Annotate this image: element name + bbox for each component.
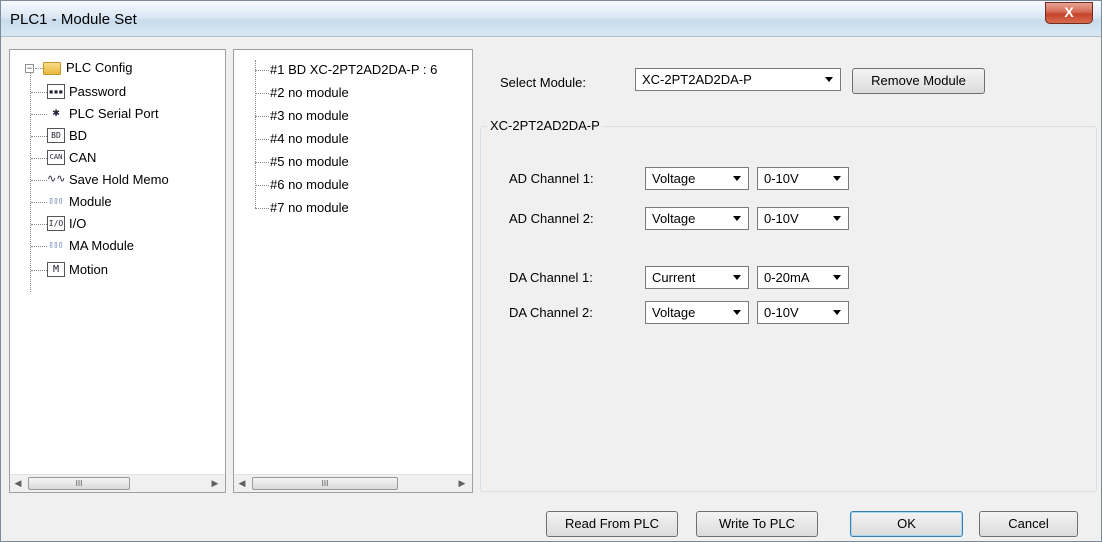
ad-channel-2-type[interactable]: Voltage <box>645 207 749 230</box>
remove-module-button[interactable]: Remove Module <box>852 68 985 94</box>
ad-channel-1-label: AD Channel 1: <box>509 171 594 186</box>
can-icon: CAN <box>47 150 65 165</box>
ad-channel-2-label: AD Channel 2: <box>509 211 594 226</box>
chevron-down-icon <box>833 176 841 181</box>
scroll-left-icon[interactable]: ◀ <box>12 478 24 489</box>
tree-item-io[interactable]: I/O <box>69 214 86 233</box>
tree-item-bd[interactable]: BD <box>69 126 87 145</box>
group-title: XC-2PT2AD2DA-P <box>487 118 603 133</box>
serial-port-icon: ✱ <box>47 106 65 121</box>
chevron-down-icon <box>733 310 741 315</box>
save-hold-icon: ∿∿ <box>47 172 65 187</box>
scroll-thumb[interactable]: III <box>252 477 398 490</box>
tree-collapse-toggle[interactable]: − <box>25 64 34 73</box>
ad-channel-2-range[interactable]: 0-10V <box>757 207 849 230</box>
da-channel-1-label: DA Channel 1: <box>509 270 593 285</box>
module-slot-3[interactable]: #3 no module <box>270 106 349 125</box>
scroll-thumb[interactable]: III <box>28 477 130 490</box>
module-slot-4[interactable]: #4 no module <box>270 129 349 148</box>
scroll-right-icon[interactable]: ▶ <box>456 478 468 489</box>
tree-item-plc-config[interactable]: PLC Config <box>66 58 132 77</box>
da-channel-2-label: DA Channel 2: <box>509 305 593 320</box>
scroll-right-icon[interactable]: ▶ <box>209 478 221 489</box>
chevron-down-icon <box>833 216 841 221</box>
password-icon: ▪▪▪ <box>47 84 65 99</box>
module-list-panel[interactable]: #1 BD XC-2PT2AD2DA-P : 6 #2 no module #3… <box>233 49 473 493</box>
module-slot-2[interactable]: #2 no module <box>270 83 349 102</box>
ad-channel-1-type[interactable]: Voltage <box>645 167 749 190</box>
module-slot-1[interactable]: #1 BD XC-2PT2AD2DA-P : 6 <box>270 60 437 79</box>
ok-button[interactable]: OK <box>850 511 963 537</box>
ad-channel-1-range[interactable]: 0-10V <box>757 167 849 190</box>
ma-module-icon: ▯▯▯ <box>47 238 65 253</box>
title-bar: PLC1 - Module Set X <box>1 1 1101 37</box>
chevron-down-icon <box>733 216 741 221</box>
da-channel-1-range[interactable]: 0-20mA <box>757 266 849 289</box>
motion-icon: M <box>47 262 65 277</box>
module-icon: ▯▯▯ <box>47 194 65 209</box>
module-slot-7[interactable]: #7 no module <box>270 198 349 217</box>
module-slot-6[interactable]: #6 no module <box>270 175 349 194</box>
bd-icon: BD <box>47 128 65 143</box>
close-button[interactable]: X <box>1045 2 1093 24</box>
tree-item-can[interactable]: CAN <box>69 148 96 167</box>
chevron-down-icon <box>833 275 841 280</box>
close-icon: X <box>1064 4 1074 20</box>
chevron-down-icon <box>733 275 741 280</box>
tree-item-plc-serial-port[interactable]: PLC Serial Port <box>69 104 159 123</box>
io-icon: I/O <box>47 216 65 231</box>
tree-item-save-hold-memo[interactable]: Save Hold Memo <box>69 170 169 189</box>
module-horizontal-scrollbar[interactable]: ◀ III ▶ <box>234 474 472 492</box>
module-set-dialog: PLC1 - Module Set X − PLC Config ▪▪▪ Pas… <box>0 0 1102 542</box>
da-channel-2-range[interactable]: 0-10V <box>757 301 849 324</box>
folder-icon <box>43 62 61 75</box>
window-title: PLC1 - Module Set <box>10 11 137 28</box>
scroll-left-icon[interactable]: ◀ <box>236 478 248 489</box>
select-module-dropdown[interactable]: XC-2PT2AD2DA-P <box>635 68 841 91</box>
select-module-label: Select Module: <box>500 75 586 90</box>
da-channel-2-type[interactable]: Voltage <box>645 301 749 324</box>
tree-item-motion[interactable]: Motion <box>69 260 108 279</box>
module-slot-5[interactable]: #5 no module <box>270 152 349 171</box>
chevron-down-icon <box>733 176 741 181</box>
tree-horizontal-scrollbar[interactable]: ◀ III ▶ <box>10 474 225 492</box>
read-from-plc-button[interactable]: Read From PLC <box>546 511 678 537</box>
cancel-button[interactable]: Cancel <box>979 511 1078 537</box>
tree-item-ma-module[interactable]: MA Module <box>69 236 134 255</box>
chevron-down-icon <box>825 77 833 82</box>
config-tree-panel[interactable]: − PLC Config ▪▪▪ Password ✱ PLC Serial P… <box>9 49 226 493</box>
chevron-down-icon <box>833 310 841 315</box>
tree-item-module[interactable]: Module <box>69 192 112 211</box>
tree-item-password[interactable]: Password <box>69 82 126 101</box>
write-to-plc-button[interactable]: Write To PLC <box>696 511 818 537</box>
da-channel-1-type[interactable]: Current <box>645 266 749 289</box>
